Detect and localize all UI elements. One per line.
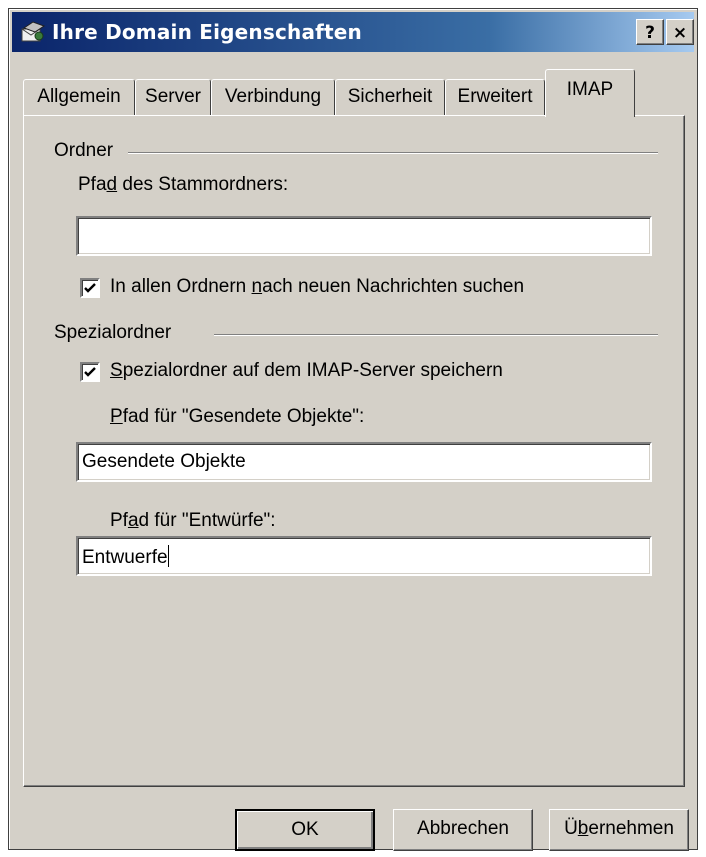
cancel-button[interactable]: Abbrechen [393, 809, 533, 851]
check-new-messages-label[interactable]: In allen Ordnern nach neuen Nachrichten … [110, 276, 524, 298]
tab-server[interactable]: Server [135, 79, 211, 115]
tab-allgemein[interactable]: Allgemein [23, 79, 135, 115]
sent-path-label: Pfad für "Gesendete Objekte": [110, 406, 365, 427]
drafts-path-label: Pfad für "Entwürfe": [110, 510, 276, 531]
properties-dialog: Ihre Domain Eigenschaften ? × Allgemein … [8, 8, 698, 851]
text-caret [167, 545, 169, 567]
root-path-label: Pfad des Stammordners: [78, 174, 289, 195]
help-button[interactable]: ? [636, 19, 664, 45]
ordner-group-line [128, 152, 658, 154]
window-title: Ihre Domain Eigenschaften [52, 20, 362, 44]
checkmark-icon [84, 367, 96, 377]
sent-path-input[interactable]: Gesendete Objekte [76, 442, 652, 482]
store-special-folders-label[interactable]: Spezialordner auf dem IMAP-Server speich… [110, 360, 503, 382]
mail-server-icon [21, 21, 46, 42]
tab-verbindung[interactable]: Verbindung [211, 79, 335, 115]
tab-erweitert[interactable]: Erweitert [445, 79, 545, 115]
special-folders-group-label: Spezialordner [54, 322, 172, 343]
drafts-path-input[interactable]: Entwuerfe [76, 536, 652, 576]
imap-tab-panel: Ordner Pfad des Stammordners: In allen O… [23, 115, 685, 787]
ok-button[interactable]: OK [235, 809, 375, 851]
title-bar[interactable]: Ihre Domain Eigenschaften ? × [12, 12, 694, 52]
store-special-folders-checkbox[interactable] [80, 362, 100, 382]
tab-imap[interactable]: IMAP [545, 69, 635, 117]
special-folders-group-line [214, 334, 658, 336]
checkmark-icon [84, 283, 96, 293]
check-new-messages-checkbox[interactable] [80, 278, 100, 298]
ordner-group-label: Ordner [54, 140, 114, 161]
tab-sicherheit[interactable]: Sicherheit [335, 79, 445, 115]
root-path-input[interactable] [76, 216, 652, 256]
apply-button[interactable]: Übernehmen [549, 809, 689, 851]
close-button[interactable]: × [666, 19, 694, 45]
